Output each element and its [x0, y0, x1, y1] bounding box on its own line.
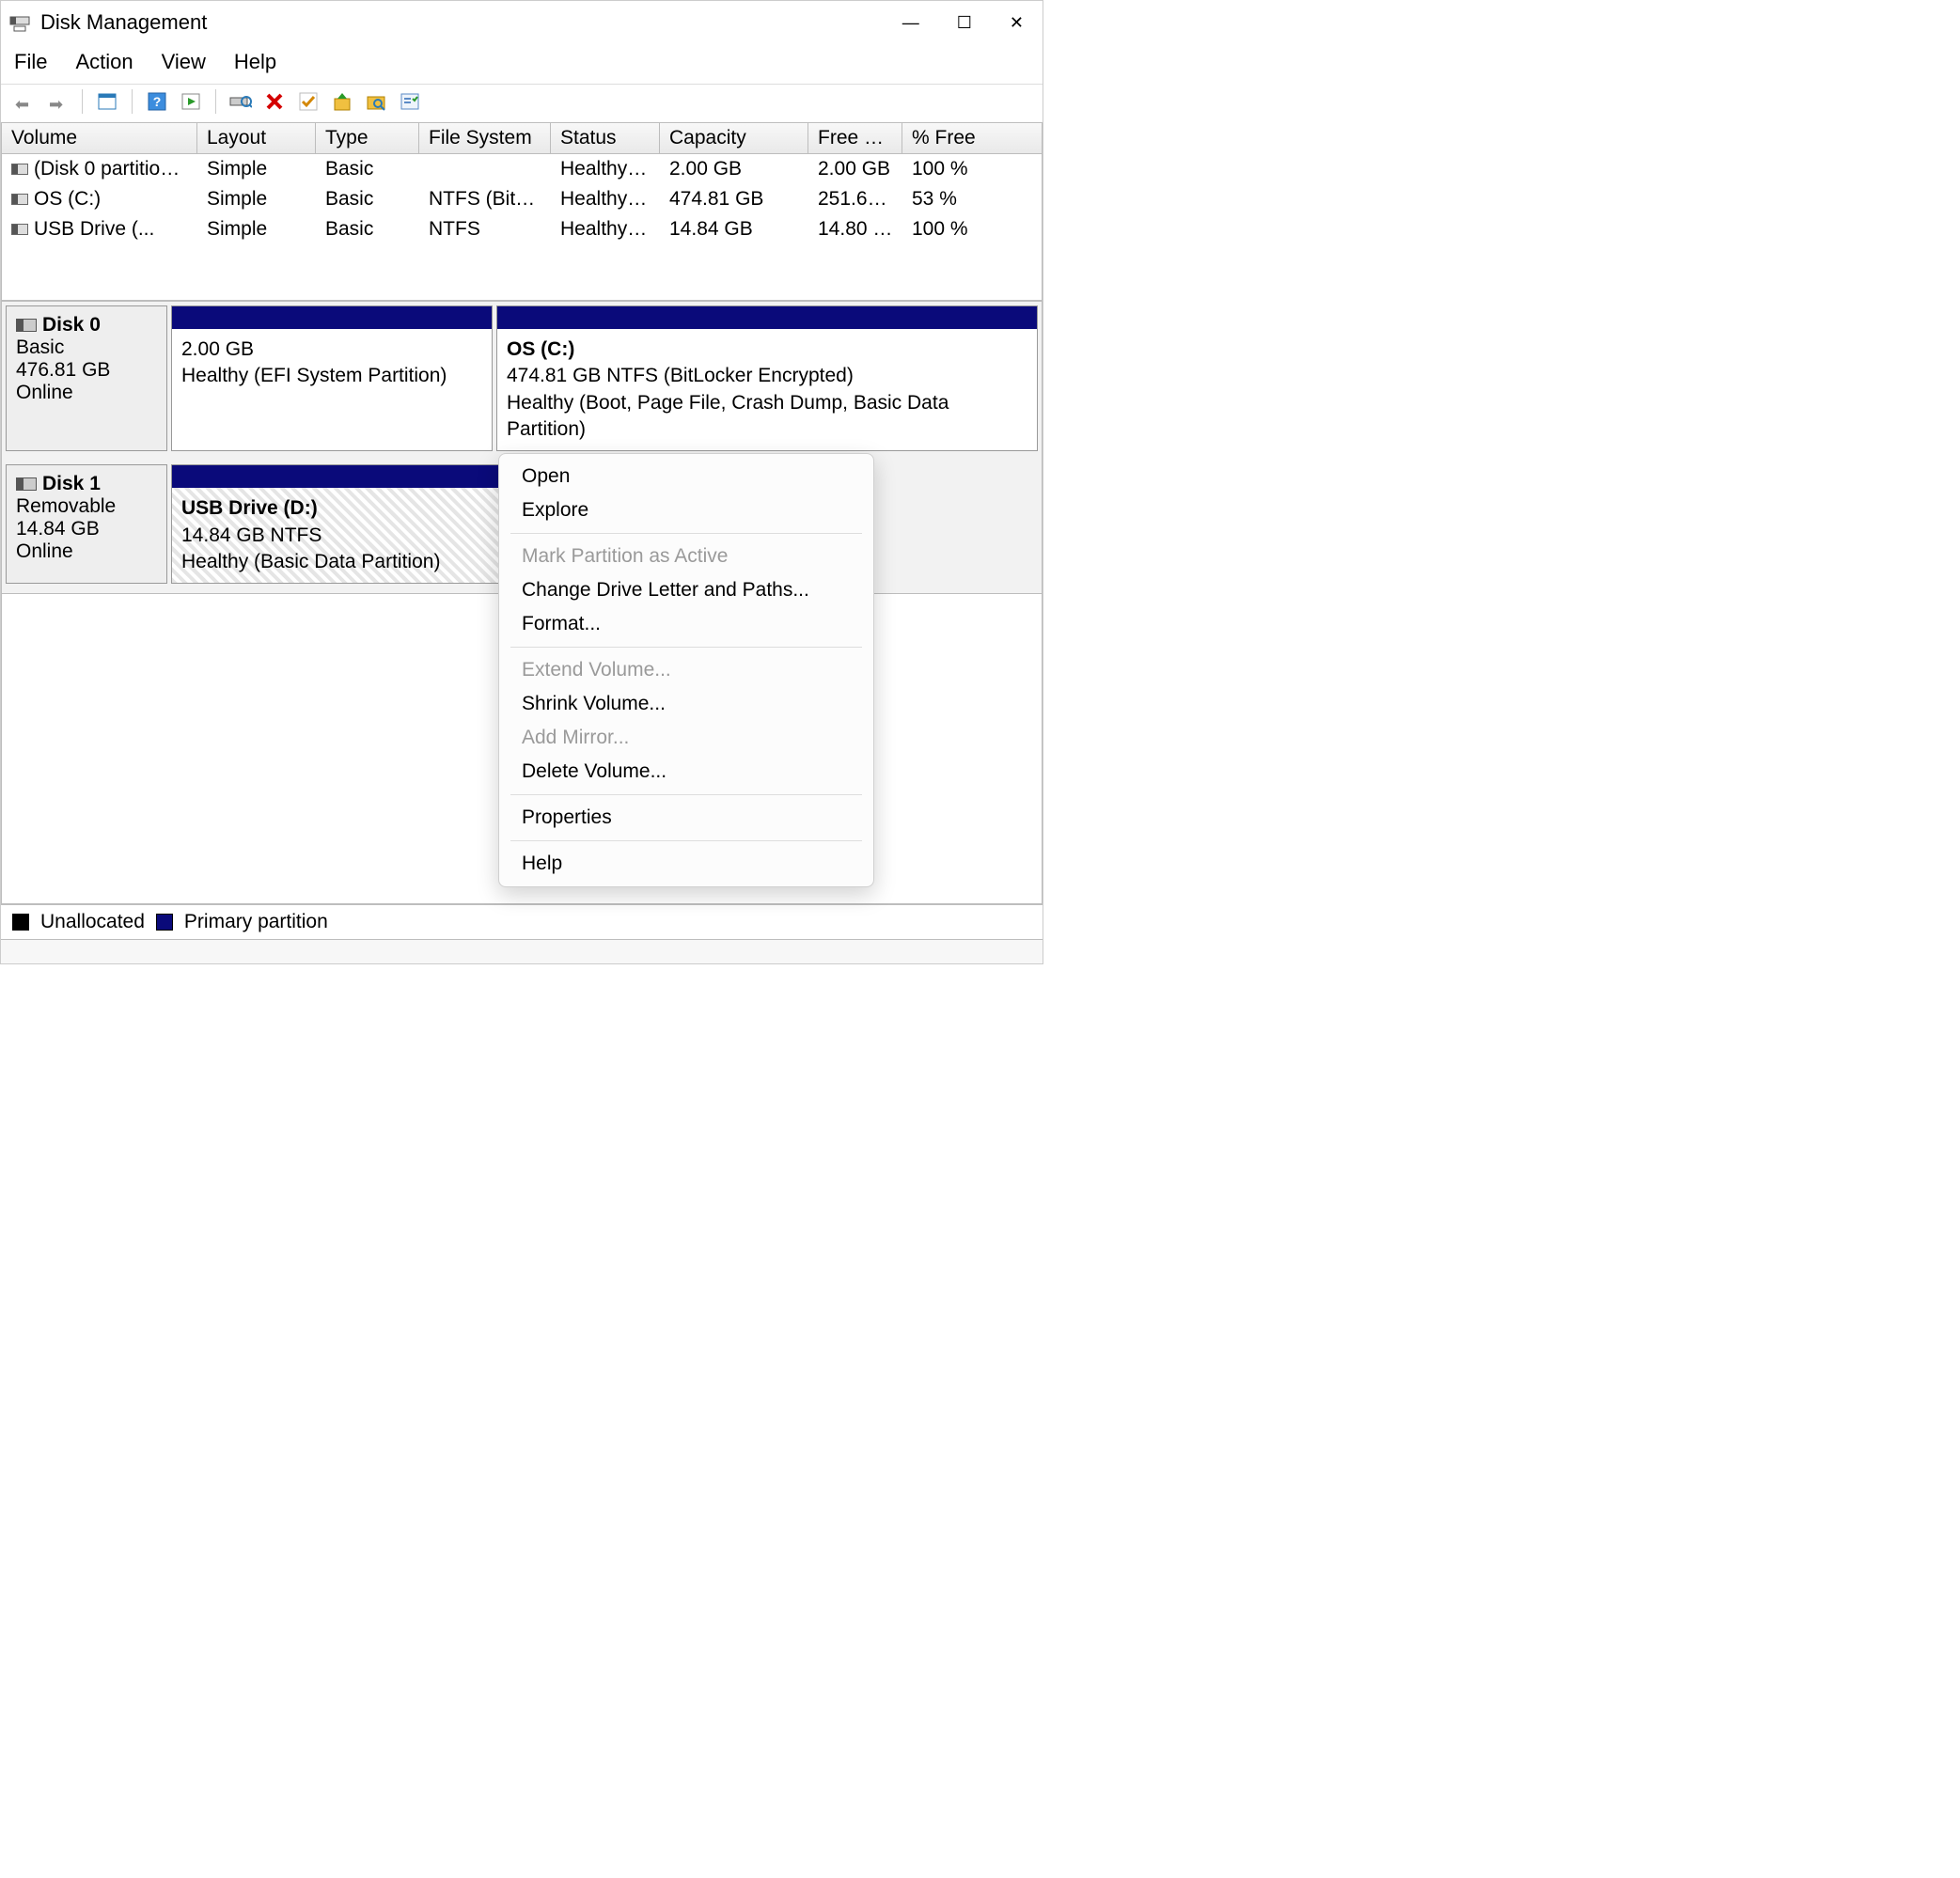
ctx-change-letter[interactable]: Change Drive Letter and Paths... [499, 573, 873, 607]
app-icon [8, 11, 31, 34]
arrow-left-icon [15, 93, 32, 110]
volume-row[interactable]: OS (C:) Simple Basic NTFS (BitLo... Heal… [2, 184, 1042, 214]
help-icon[interactable]: ? [144, 88, 170, 115]
partition[interactable]: 2.00 GB Healthy (EFI System Partition) [171, 305, 493, 451]
ctx-delete[interactable]: Delete Volume... [499, 755, 873, 789]
titlebar: Disk Management ― ☐ ✕ [1, 1, 1043, 44]
menubar: File Action View Help [1, 44, 1043, 84]
ctx-extend: Extend Volume... [499, 653, 873, 687]
col-type[interactable]: Type [316, 123, 419, 153]
menu-action[interactable]: Action [75, 50, 133, 74]
drive-icon [11, 164, 28, 175]
col-fs[interactable]: File System [419, 123, 551, 153]
legend-primary-swatch [156, 914, 173, 931]
partition-color-bar [497, 306, 1037, 329]
legend: Unallocated Primary partition [1, 904, 1043, 939]
col-volume[interactable]: Volume [2, 123, 197, 153]
col-layout[interactable]: Layout [197, 123, 316, 153]
disk-info[interactable]: Disk 0 Basic 476.81 GB Online [6, 305, 167, 451]
toolbar: ? [1, 84, 1043, 122]
empty-area: Open Explore Mark Partition as Active Ch… [2, 593, 1042, 903]
menu-help[interactable]: Help [234, 50, 276, 74]
ctx-mark-active: Mark Partition as Active [499, 540, 873, 573]
close-button[interactable]: ✕ [1010, 13, 1024, 33]
disk-icon [16, 477, 37, 491]
col-status[interactable]: Status [551, 123, 660, 153]
options-icon[interactable] [397, 88, 423, 115]
ctx-help[interactable]: Help [499, 847, 873, 881]
ctx-open[interactable]: Open [499, 460, 873, 493]
legend-unallocated-swatch [12, 914, 29, 931]
arrow-right-icon [49, 93, 66, 110]
toolbar-view-icon[interactable] [94, 88, 120, 115]
disk-icon [16, 319, 37, 332]
check-icon[interactable] [295, 88, 321, 115]
col-free[interactable]: Free Spa... [808, 123, 902, 153]
partition-color-bar [172, 306, 492, 329]
partition[interactable]: OS (C:) 474.81 GB NTFS (BitLocker Encryp… [496, 305, 1038, 451]
col-capacity[interactable]: Capacity [660, 123, 808, 153]
ctx-shrink[interactable]: Shrink Volume... [499, 687, 873, 721]
minimize-button[interactable]: ― [902, 13, 919, 33]
ctx-add-mirror: Add Mirror... [499, 721, 873, 755]
ctx-properties[interactable]: Properties [499, 801, 873, 835]
search-folder-icon[interactable] [363, 88, 389, 115]
statusbar [1, 939, 1043, 963]
window-title: Disk Management [40, 10, 902, 35]
disk-graphical-view: Disk 0 Basic 476.81 GB Online 2.00 GB He… [1, 302, 1043, 904]
context-menu: Open Explore Mark Partition as Active Ch… [498, 453, 874, 887]
disk-info[interactable]: Disk 1 Removable 14.84 GB Online [6, 464, 167, 584]
disk-management-window: Disk Management ― ☐ ✕ File Action View H… [0, 0, 1043, 964]
legend-primary-label: Primary partition [184, 911, 328, 933]
drive-icon [11, 194, 28, 205]
upload-icon[interactable] [329, 88, 355, 115]
volume-list-header: Volume Layout Type File System Status Ca… [1, 122, 1043, 154]
svg-text:?: ? [153, 94, 162, 109]
ctx-format[interactable]: Format... [499, 607, 873, 641]
menu-file[interactable]: File [14, 50, 47, 74]
volume-row[interactable]: USB Drive (... Simple Basic NTFS Healthy… [2, 214, 1042, 244]
disk-row: Disk 0 Basic 476.81 GB Online 2.00 GB He… [2, 302, 1042, 461]
partition-container: 2.00 GB Healthy (EFI System Partition) O… [171, 305, 1038, 451]
col-pct[interactable]: % Free [902, 123, 1015, 153]
menu-view[interactable]: View [162, 50, 206, 74]
delete-icon[interactable] [261, 88, 288, 115]
volume-row[interactable]: (Disk 0 partition 1) Simple Basic Health… [2, 154, 1042, 184]
maximize-button[interactable]: ☐ [957, 13, 972, 33]
volume-list: (Disk 0 partition 1) Simple Basic Health… [1, 154, 1043, 302]
toolbar-play-icon[interactable] [178, 88, 204, 115]
refresh-icon[interactable] [227, 88, 254, 115]
forward-button[interactable] [44, 88, 71, 115]
drive-icon [11, 224, 28, 235]
legend-unallocated-label: Unallocated [40, 911, 145, 933]
ctx-explore[interactable]: Explore [499, 493, 873, 527]
back-button[interactable] [10, 88, 37, 115]
